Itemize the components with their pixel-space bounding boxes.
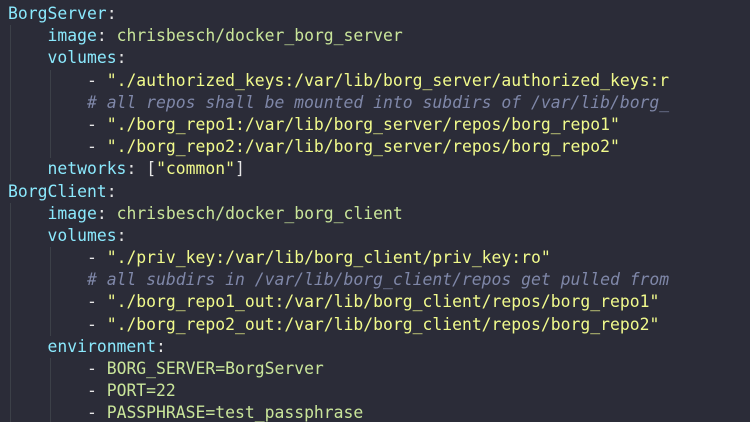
code-line[interactable]: networks: ["common"] bbox=[0, 158, 750, 181]
list-dash: - bbox=[86, 292, 107, 312]
yaml-string: "./borg_repo2:/var/lib/borg_server/repos… bbox=[106, 137, 620, 157]
indent-guide bbox=[10, 402, 11, 422]
code-line[interactable]: # all subdirs in /var/lib/borg_client/re… bbox=[0, 269, 750, 292]
yaml-separator: : bbox=[116, 48, 127, 68]
yaml-separator: : bbox=[96, 26, 117, 46]
list-dash: - bbox=[86, 70, 107, 90]
code-line[interactable]: image: chrisbesch/docker_borg_server bbox=[0, 25, 750, 48]
yaml-key: image bbox=[47, 203, 97, 223]
yaml-key: environment bbox=[47, 336, 157, 356]
list-dash: - bbox=[86, 381, 107, 401]
yaml-separator: : bbox=[106, 181, 117, 201]
yaml-separator: : bbox=[96, 203, 117, 223]
yaml-value: PASSPHRASE=test_passphrase bbox=[106, 403, 364, 422]
list-dash: - bbox=[86, 403, 107, 422]
code-line[interactable]: - PASSPHRASE=test_passphrase bbox=[0, 402, 750, 422]
yaml-string: "./borg_repo2_out:/var/lib/borg_client/r… bbox=[106, 314, 660, 334]
yaml-string: "common" bbox=[156, 159, 236, 179]
yaml-key: networks bbox=[47, 159, 127, 179]
indent-guide bbox=[10, 380, 11, 403]
indent-guide bbox=[49, 269, 51, 292]
code-line[interactable]: - "./borg_repo1:/var/lib/borg_server/rep… bbox=[0, 113, 750, 137]
yaml-comment: # all subdirs in /var/lib/borg_client/re… bbox=[86, 270, 670, 290]
yaml-string: "./borg_repo1_out:/var/lib/borg_client/r… bbox=[106, 292, 660, 312]
code-line[interactable]: - "./borg_repo2:/var/lib/borg_server/rep… bbox=[0, 136, 750, 159]
code-line[interactable]: - PORT=22 bbox=[0, 380, 750, 403]
indent-guide bbox=[49, 69, 51, 92]
list-dash: - bbox=[86, 314, 107, 334]
indent-guide bbox=[10, 47, 11, 70]
yaml-separator: : bbox=[156, 336, 166, 356]
code-line[interactable]: # all repos shall be mounted into subdir… bbox=[0, 91, 750, 114]
indent-guide bbox=[10, 158, 11, 181]
indent-guide bbox=[49, 91, 51, 114]
yaml-key: BorgServer bbox=[8, 4, 107, 23]
code-editor[interactable]: BorgServer: image: chrisbesch/docker_bor… bbox=[0, 0, 750, 422]
indent-guide bbox=[10, 358, 11, 381]
indent-guide bbox=[10, 291, 11, 314]
yaml-key: volumes bbox=[47, 225, 117, 245]
list-dash: - bbox=[86, 248, 107, 268]
yaml-separator: : bbox=[116, 225, 127, 245]
yaml-string: "./priv_key:/var/lib/borg_client/priv_ke… bbox=[106, 248, 551, 268]
bracket-open: [ bbox=[146, 159, 157, 179]
yaml-value: BORG_SERVER=BorgServer bbox=[106, 359, 324, 378]
code-line[interactable]: volumes: bbox=[0, 224, 750, 248]
indent-guide bbox=[10, 202, 11, 225]
code-line[interactable]: - BORG_SERVER=BorgServer bbox=[0, 358, 750, 381]
code-line[interactable]: - "./borg_repo1_out:/var/lib/borg_client… bbox=[0, 291, 750, 314]
indent-guide bbox=[49, 136, 51, 159]
code-line[interactable]: - "./priv_key:/var/lib/borg_client/priv_… bbox=[0, 247, 750, 270]
indent-guide bbox=[10, 91, 11, 114]
code-line[interactable]: environment: bbox=[0, 335, 750, 358]
indent-guide bbox=[49, 113, 51, 137]
indent-guide bbox=[10, 269, 11, 292]
code-line[interactable]: - "./borg_repo2_out:/var/lib/borg_client… bbox=[0, 313, 750, 336]
indent-guide bbox=[10, 335, 11, 358]
indent-guide bbox=[10, 69, 11, 92]
code-line[interactable]: BorgServer: bbox=[0, 3, 750, 25]
indent-guide bbox=[10, 25, 11, 48]
list-dash: - bbox=[86, 359, 107, 378]
yaml-value: chrisbesch/docker_borg_server bbox=[116, 26, 403, 46]
code-line[interactable]: BorgClient: bbox=[0, 181, 750, 203]
bracket-close: ] bbox=[235, 159, 245, 179]
yaml-separator: : bbox=[126, 159, 147, 179]
code-line[interactable]: - "./authorized_keys:/var/lib/borg_serve… bbox=[0, 69, 750, 92]
list-dash: - bbox=[86, 137, 107, 157]
indent-guide bbox=[49, 291, 51, 314]
yaml-comment: # all repos shall be mounted into subdir… bbox=[86, 92, 670, 112]
indent-guide bbox=[10, 113, 11, 137]
indent-guide bbox=[49, 380, 51, 403]
code-line[interactable]: image: chrisbesch/docker_borg_client bbox=[0, 202, 750, 225]
list-dash: - bbox=[86, 114, 107, 134]
indent-guide bbox=[10, 136, 11, 159]
yaml-value: chrisbesch/docker_borg_client bbox=[116, 203, 403, 223]
yaml-key: BorgClient bbox=[8, 181, 107, 201]
indent-guide bbox=[49, 247, 51, 270]
yaml-key: image bbox=[47, 26, 97, 46]
yaml-value: PORT=22 bbox=[106, 381, 176, 401]
indent-guide bbox=[49, 358, 51, 381]
yaml-string: "./borg_repo1:/var/lib/borg_server/repos… bbox=[106, 114, 620, 134]
yaml-string: "./authorized_keys:/var/lib/borg_server/… bbox=[106, 70, 670, 90]
indent-guide bbox=[49, 402, 51, 422]
indent-guide bbox=[49, 313, 51, 336]
indent-guide bbox=[10, 224, 11, 248]
yaml-separator: : bbox=[106, 4, 117, 23]
indent-guide bbox=[10, 247, 11, 270]
code-line[interactable]: volumes: bbox=[0, 47, 750, 70]
indent-guide bbox=[10, 313, 11, 336]
yaml-key: volumes bbox=[47, 48, 117, 68]
